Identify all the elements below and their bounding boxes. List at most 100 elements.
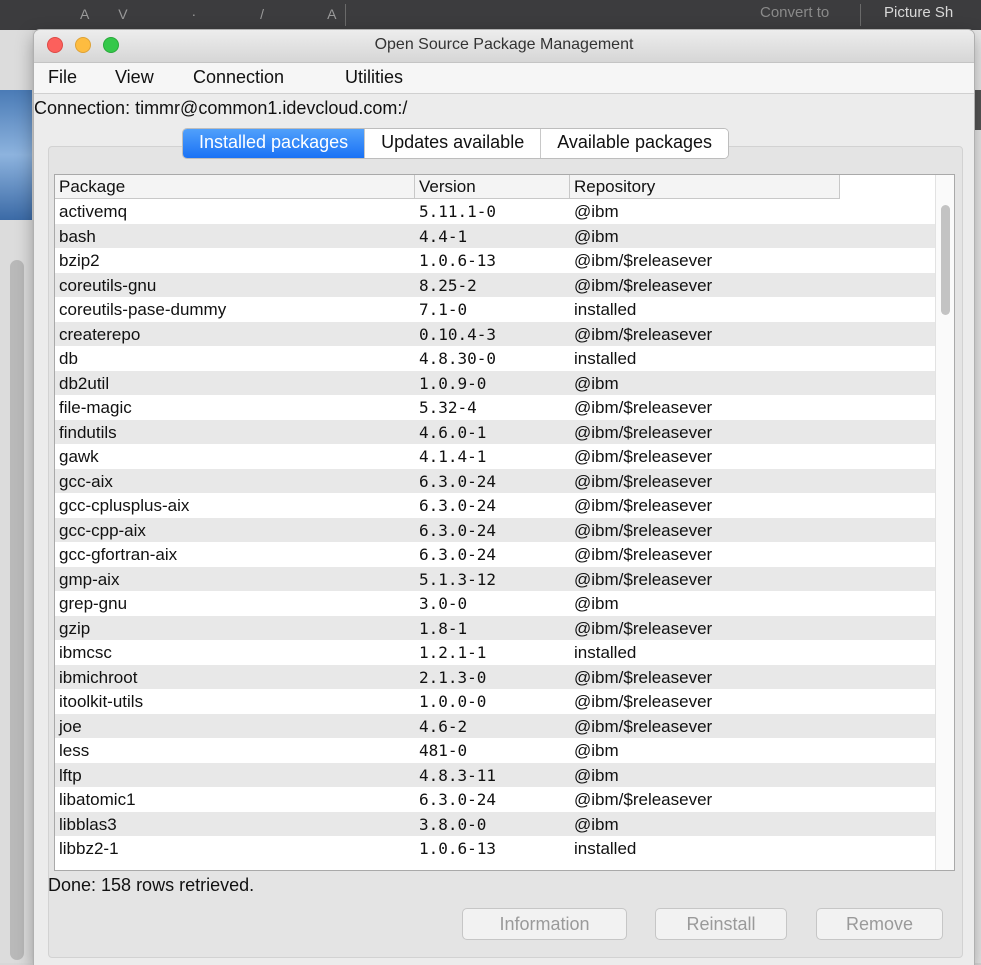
repository-cell: @ibm/$releasever	[574, 422, 713, 442]
background-toolbar-glyphs: AV · / A	[80, 6, 367, 22]
repository-cell: @ibm	[574, 202, 619, 221]
column-header-repository[interactable]: Repository	[570, 175, 840, 198]
background-selection	[0, 90, 32, 220]
menu-file[interactable]: File	[48, 67, 77, 88]
table-row[interactable]: db 4.8.30-0 installed	[55, 346, 935, 371]
table-row[interactable]: lftp 4.8.3-11 @ibm	[55, 762, 935, 787]
background-picture-label: Picture Sh	[884, 4, 954, 21]
package-cell: file-magic	[59, 398, 132, 417]
background-separator	[860, 4, 861, 26]
package-cell: itoolkit-utils	[59, 692, 144, 711]
repository-cell: @ibm/$releasever	[574, 275, 713, 295]
repository-cell: @ibm/$releasever	[574, 471, 713, 491]
background-toolbar: AV · / A Convert to Picture Sh	[0, 0, 981, 30]
package-cell: gmp-aix	[59, 569, 120, 589]
table-row[interactable]: db2util 1.0.9-0 @ibm	[55, 370, 935, 395]
package-cell: coreutils-pase-dummy	[59, 300, 227, 319]
version-cell: 4.8.30-0	[419, 349, 497, 368]
table-row[interactable]: gcc-cplusplus-aix 6.3.0-24 @ibm/$releaseve…	[55, 493, 935, 518]
table-row[interactable]: activemq 5.11.1-0 @ibm	[55, 199, 935, 224]
table-row[interactable]: bash 4.4-1 @ibm	[55, 223, 935, 248]
table-row[interactable]: gcc-gfortran-aix 6.3.0-24 @ibm/$releasever	[55, 542, 935, 567]
version-cell: 4.6-2	[419, 716, 468, 736]
repository-cell: @ibm	[574, 594, 619, 613]
package-cell: libatomic1	[59, 790, 136, 809]
repository-cell: installed	[574, 300, 637, 319]
table-row[interactable]: findutils 4.6.0-1 @ibm/$releasever	[55, 419, 935, 444]
tab-installed-packages[interactable]: Installed packages	[183, 129, 365, 158]
information-button[interactable]: Information	[462, 908, 627, 940]
repository-cell: @ibm/$releasever	[574, 496, 713, 515]
table-row[interactable]: grep-gnu 3.0-0 @ibm	[55, 591, 935, 616]
table-vertical-scrollbar[interactable]	[935, 175, 954, 870]
package-cell: gcc-aix	[59, 471, 113, 491]
table-row[interactable]: gawk 4.1.4-1 @ibm/$releasever	[55, 444, 935, 469]
menu-utilities[interactable]: Utilities	[345, 67, 403, 88]
table-row[interactable]: libatomic1 6.3.0-24 @ibm/$releasever	[55, 787, 935, 812]
table-row[interactable]: bzip2 1.0.6-13 @ibm/$releasever	[55, 248, 935, 273]
repository-cell: @ibm	[574, 373, 619, 393]
repository-cell: @ibm	[574, 741, 619, 760]
package-cell: coreutils-gnu	[59, 275, 157, 295]
table-row[interactable]: libbz2-1 1.0.6-13 installed	[55, 836, 935, 861]
table-row[interactable]: joe 4.6-2 @ibm/$releasever	[55, 713, 935, 738]
menu-view[interactable]: View	[115, 67, 154, 88]
version-cell: 6.3.0-24	[419, 520, 497, 540]
background-left-strip	[0, 30, 32, 963]
table-row[interactable]: coreutils-pase-dummy 7.1-0 installed	[55, 297, 935, 322]
package-cell: gcc-gfortran-aix	[59, 545, 178, 564]
column-header-package[interactable]: Package	[55, 175, 415, 198]
tab-available-packages[interactable]: Available packages	[540, 129, 728, 158]
scrollbar-thumb[interactable]	[941, 205, 950, 315]
background-scrollbar	[10, 260, 24, 960]
package-cell: db2util	[59, 373, 110, 393]
repository-cell: @ibm/$releasever	[574, 790, 713, 809]
table-row[interactable]: gcc-cpp-aix 6.3.0-24 @ibm/$releasever	[55, 517, 935, 542]
table-row[interactable]: gcc-aix 6.3.0-24 @ibm/$releasever	[55, 468, 935, 493]
version-cell: 6.3.0-24	[419, 496, 497, 515]
version-cell: 1.0.6-13	[419, 251, 497, 270]
tab-updates-available[interactable]: Updates available	[364, 129, 541, 158]
version-cell: 1.0.9-0	[419, 373, 487, 393]
package-cell: db	[59, 349, 78, 368]
table-row[interactable]: createrepo 0.10.4-3 @ibm/$releasever	[55, 321, 935, 346]
version-cell: 4.8.3-11	[419, 765, 497, 785]
version-cell: 1.0.0-0	[419, 692, 487, 711]
reinstall-button[interactable]: Reinstall	[655, 908, 787, 940]
repository-cell: @ibm/$releasever	[574, 569, 713, 589]
table-row[interactable]: coreutils-gnu 8.25-2 @ibm/$releasever	[55, 272, 935, 297]
remove-button[interactable]: Remove	[816, 908, 943, 940]
column-header-version[interactable]: Version	[415, 175, 570, 198]
table-row[interactable]: gmp-aix 5.1.3-12 @ibm/$releasever	[55, 566, 935, 591]
version-cell: 0.10.4-3	[419, 324, 497, 344]
table-row[interactable]: itoolkit-utils 1.0.0-0 @ibm/$releasever	[55, 689, 935, 714]
version-cell: 5.11.1-0	[419, 202, 497, 221]
version-cell: 4.1.4-1	[419, 447, 487, 466]
repository-cell: @ibm/$releasever	[574, 545, 713, 564]
package-cell: createrepo	[59, 324, 141, 344]
menu-connection[interactable]: Connection	[193, 67, 284, 88]
tab-bar: Installed packages Updates available Ava…	[182, 128, 729, 159]
status-text: Done: 158 rows retrieved.	[48, 875, 255, 895]
table-body: activemq 5.11.1-0 @ibm bash 4.4-1 @ibm bzip2 1.…	[55, 199, 935, 861]
package-cell: bzip2	[59, 251, 100, 270]
package-cell: grep-gnu	[59, 594, 128, 613]
table-row[interactable]: ibmichroot 2.1.3-0 @ibm/$releasever	[55, 664, 935, 689]
connection-label: Connection: timmr@common1.idevcloud.com:…	[34, 98, 408, 118]
window-title: Open Source Package Management	[374, 36, 634, 53]
title-bar[interactable]: Open Source Package Management	[34, 30, 974, 63]
package-cell: gcc-cpp-aix	[59, 520, 146, 540]
table-row[interactable]: ibmcsc 1.2.1-1 installed	[55, 640, 935, 665]
table-row[interactable]: file-magic 5.32-4 @ibm/$releasever	[55, 395, 935, 420]
repository-cell: @ibm/$releasever	[574, 618, 713, 638]
package-cell: gawk	[59, 447, 99, 466]
table-row[interactable]: less 481-0 @ibm	[55, 738, 935, 763]
version-cell: 7.1-0	[419, 300, 468, 319]
packages-table: Package Version Repository activemq 5.11.…	[54, 174, 955, 871]
package-management-window: Open Source Package Management File View…	[34, 30, 974, 965]
repository-cell: @ibm/$releasever	[574, 324, 713, 344]
version-cell: 6.3.0-24	[419, 790, 497, 809]
package-cell: gcc-cplusplus-aix	[59, 496, 190, 515]
table-row[interactable]: gzip 1.8-1 @ibm/$releasever	[55, 615, 935, 640]
table-row[interactable]: libblas3 3.8.0-0 @ibm	[55, 811, 935, 836]
